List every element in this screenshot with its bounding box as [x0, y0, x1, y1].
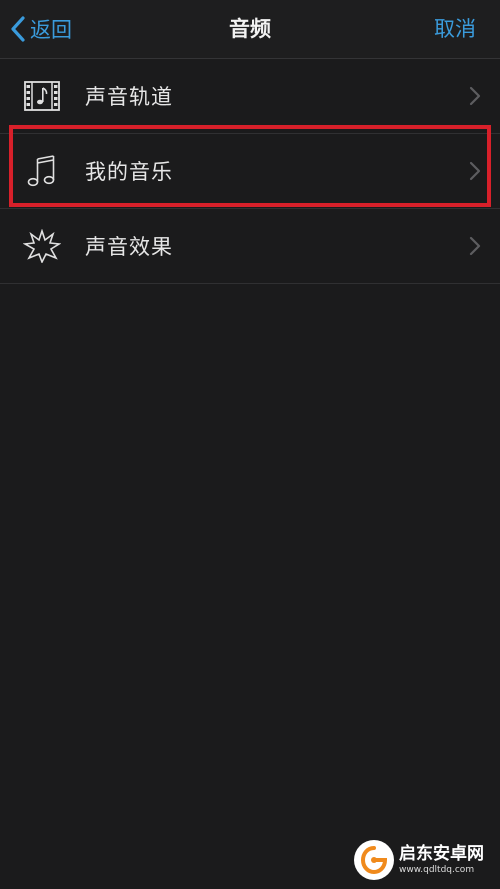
watermark-url: www.qdltdq.com [399, 865, 475, 875]
music-note-icon [22, 151, 62, 191]
watermark-title: 启东安卓网 [399, 844, 484, 864]
list-item-sound-track[interactable]: 声音轨道 [0, 59, 500, 134]
film-music-icon [22, 76, 62, 116]
watermark: 启东安卓网 www.qdltdq.com [354, 835, 494, 885]
navigation-bar: 返回 音频 取消 [0, 0, 500, 59]
audio-source-list: 声音轨道 我的音乐 声音效果 [0, 59, 500, 284]
back-label: 返回 [30, 18, 72, 42]
list-item-label: 声音效果 [85, 235, 173, 259]
cancel-button[interactable]: 取消 [434, 0, 476, 58]
chevron-right-icon [469, 161, 481, 181]
audio-screen: 返回 音频 取消 声音轨道 我的音乐 声音效果 启东安卓网 www.qdltdq… [0, 0, 500, 889]
starburst-icon [22, 226, 62, 266]
chevron-right-icon [469, 86, 481, 106]
watermark-text: 启东安卓网 www.qdltdq.com [399, 844, 484, 876]
list-item-my-music[interactable]: 我的音乐 [0, 134, 500, 209]
page-title: 音频 [229, 17, 271, 41]
chevron-left-icon [11, 16, 25, 42]
watermark-logo-icon [354, 840, 394, 880]
back-button[interactable]: 返回 [8, 10, 72, 48]
chevron-right-icon [469, 236, 481, 256]
list-item-label: 声音轨道 [85, 85, 173, 109]
list-item-label: 我的音乐 [85, 160, 173, 184]
list-item-sound-effects[interactable]: 声音效果 [0, 209, 500, 284]
